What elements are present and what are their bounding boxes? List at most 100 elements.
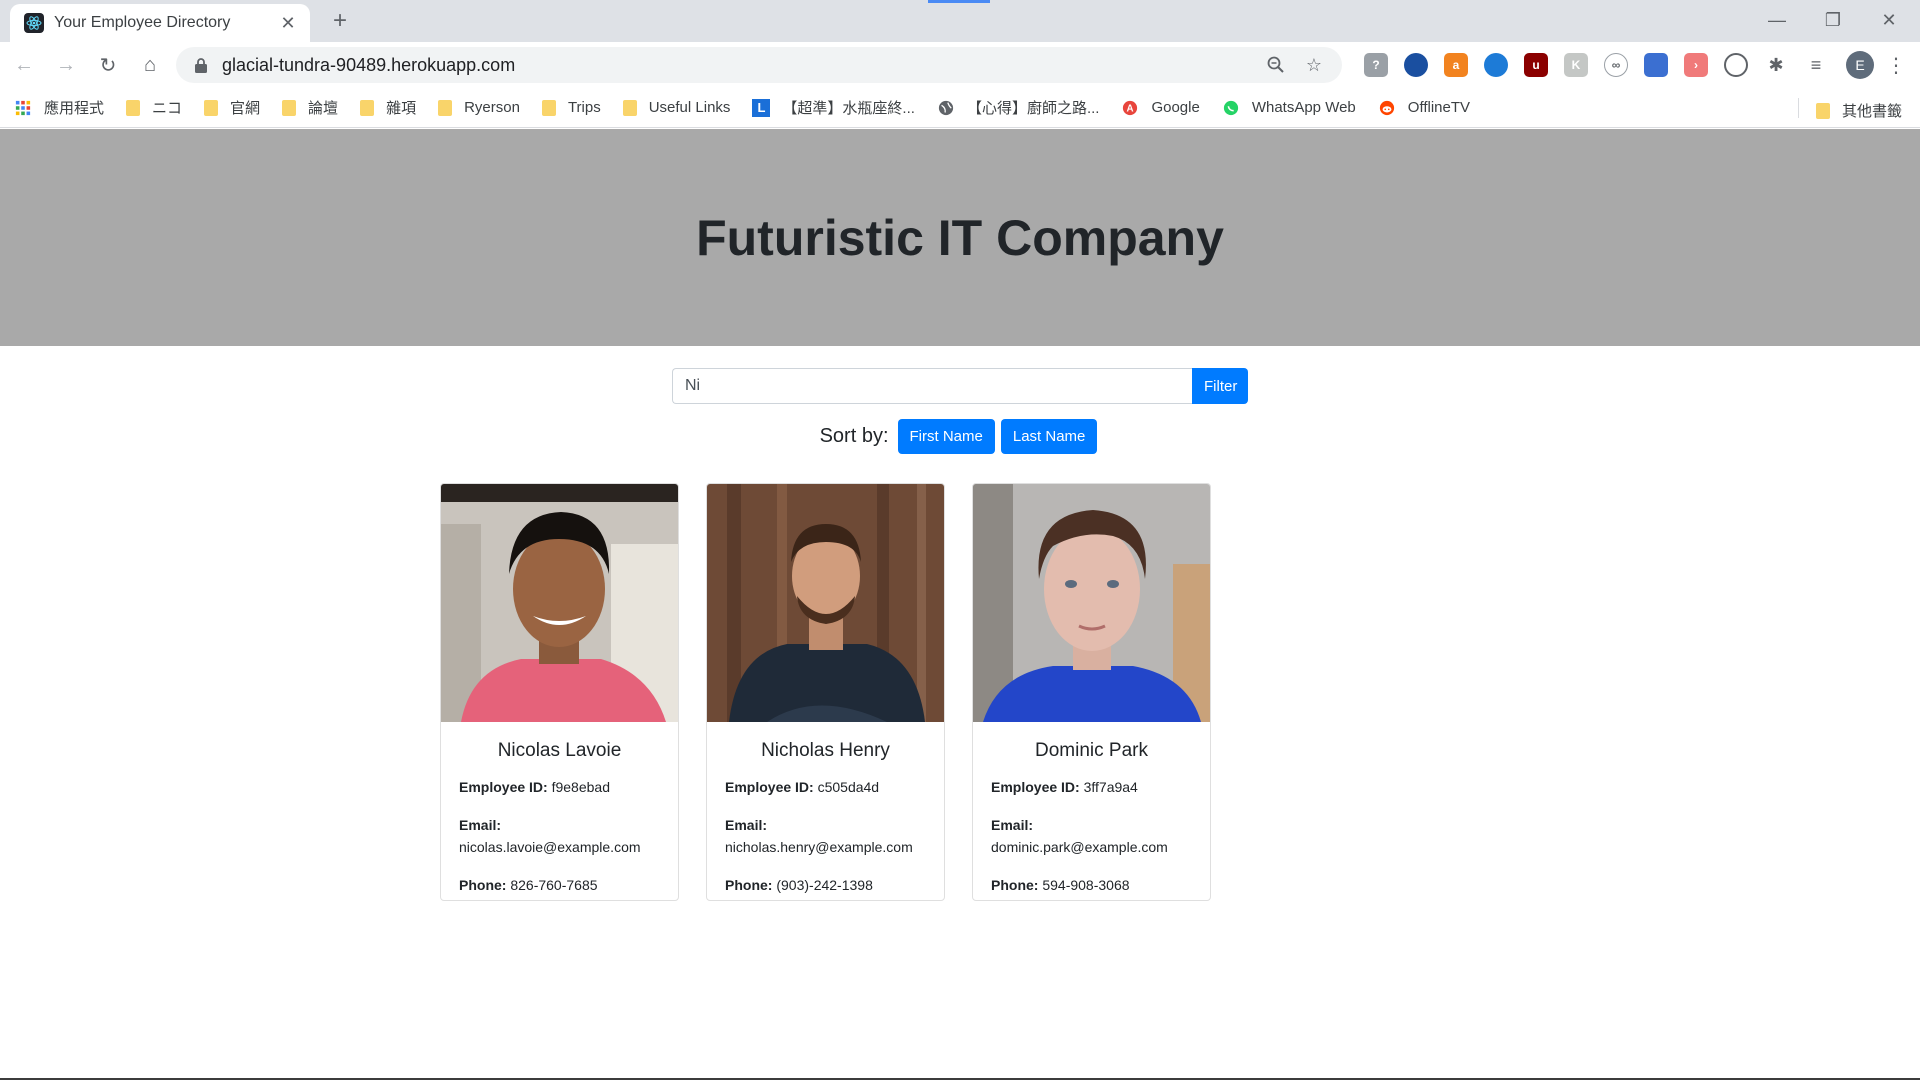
employee-card: Nicolas Lavoie Employee ID: f9e8ebad Ema… [440,483,679,901]
address-bar[interactable]: glacial-tundra-90489.herokuapp.com ☆ [176,47,1342,83]
bookmark-label: Ryerson [464,99,520,116]
employee-id-label: Employee ID: [725,779,814,795]
extension-earth-icon[interactable] [1484,53,1508,77]
employee-email-value: dominic.park@example.com [991,839,1168,855]
zoom-icon[interactable] [1260,49,1292,81]
reload-button[interactable]: ↻ [90,47,126,83]
employee-cards: Nicolas Lavoie Employee ID: f9e8ebad Ema… [440,483,1238,901]
bookmark-item[interactable]: OfflineTV [1378,99,1470,116]
globe-icon [937,100,967,116]
bookmark-item[interactable]: WhatsApp Web [1222,99,1356,116]
menu-dots-icon[interactable]: ⋮ [1884,53,1908,78]
bookmark-label: WhatsApp Web [1251,99,1356,116]
extension-link-icon[interactable]: ∞ [1604,53,1628,77]
reddit-icon [1378,100,1408,116]
bookmark-label: 【心得】廚師之路... [966,100,1100,117]
employee-email-field: Email: nicholas.henry@example.com [725,814,926,858]
bookmark-label: Useful Links [648,99,731,116]
bookmark-label: Trips [567,99,601,116]
bookmark-item[interactable]: 雜項 [360,97,416,118]
url-text: glacial-tundra-90489.herokuapp.com [222,54,516,75]
sort-label: Sort by: [819,425,889,447]
tab-title: Your Employee Directory [54,14,231,31]
close-tab-icon[interactable]: ✕ [278,13,298,34]
employee-card: Nicholas Henry Employee ID: c505da4d Ema… [706,483,945,901]
bookmark-label: 雜項 [386,100,417,117]
bookmark-item[interactable]: A Google [1121,99,1200,116]
restore-button[interactable]: ❐ [1810,6,1856,34]
extension-grey-icon[interactable]: K [1564,53,1588,77]
bookmark-label: Google [1151,99,1200,116]
search-input[interactable] [672,368,1192,404]
employee-id-value: f9e8ebad [551,779,610,795]
bookmark-item[interactable]: Ryerson [438,99,520,116]
email-label: Email: [459,817,502,833]
google-icon: A [1121,100,1151,116]
employee-phone-field: Phone: (903)-242-1398 [725,874,926,896]
whatsapp-icon [1222,100,1252,116]
employee-phone-value: 594-908-3068 [1042,877,1130,893]
react-logo-icon [24,13,44,33]
bookmark-item[interactable]: L 【超準】水瓶座終... [752,97,915,118]
employee-email-value: nicolas.lavoie@example.com [459,839,641,855]
phone-label: Phone: [725,877,773,893]
browser-tab[interactable]: Your Employee Directory ✕ [10,4,310,42]
close-window-button[interactable]: ✕ [1866,6,1912,34]
profile-avatar[interactable]: E [1846,51,1874,79]
employee-email-field: Email: nicolas.lavoie@example.com [459,814,660,858]
employee-email-value: nicholas.henry@example.com [725,839,913,855]
bookmark-star-icon[interactable]: ☆ [1298,49,1330,81]
employee-phone-field: Phone: 594-908-3068 [991,874,1192,896]
home-button[interactable]: ⌂ [132,47,168,83]
employee-name: Nicholas Henry [761,740,890,761]
sort-first-name-button[interactable]: First Name [897,419,995,454]
bookmark-label: 【超準】水瓶座終... [782,100,915,117]
folder-icon [360,99,386,116]
employee-photo [973,484,1210,722]
extension-shield-icon[interactable] [1644,53,1668,77]
employee-email-field: Email: dominic.park@example.com [991,814,1192,858]
other-bookmarks[interactable]: 其他書籤 [1815,100,1902,121]
l-logo-icon: L [752,98,782,117]
employee-phone-value: (903)-242-1398 [776,877,873,893]
bookmark-item[interactable]: 應用程式 [14,97,104,118]
bookmark-item[interactable]: 官網 [204,97,260,118]
employee-id-field: Employee ID: 3ff7a9a4 [991,776,1192,798]
email-label: Email: [991,817,1034,833]
apps-grid-icon [14,100,44,116]
employee-photo [707,484,944,722]
puzzle-extensions-icon[interactable]: ✱ [1764,53,1788,77]
bookmark-item[interactable]: 【心得】廚師之路... [937,97,1100,118]
bookmark-item[interactable]: Trips [541,99,601,116]
folder-icon [541,99,568,116]
extension-badge-icon[interactable]: ? [1364,53,1388,77]
email-label: Email: [725,817,768,833]
sort-last-name-button[interactable]: Last Name [1000,419,1098,454]
employee-photo [441,484,678,722]
bookmark-label: OfflineTV [1407,99,1471,116]
filter-button[interactable]: Filter [1192,368,1248,404]
bookmark-item[interactable]: Useful Links [622,99,731,116]
minimize-button[interactable]: — [1754,6,1800,34]
employee-name: Nicolas Lavoie [497,740,622,761]
reading-list-icon[interactable]: ≡ [1804,53,1828,77]
extension-shopping-icon[interactable]: a [1444,53,1468,77]
employee-card: Dominic Park Employee ID: 3ff7a9a4 Email… [972,483,1211,901]
new-tab-button[interactable]: + [326,8,354,36]
forward-button[interactable]: → [48,47,84,83]
tab-indicator [928,0,990,3]
bookmark-label: ニコ [152,100,183,117]
extension-arrow-icon[interactable]: › [1684,53,1708,77]
phone-label: Phone: [459,877,507,893]
extension-globe-icon[interactable] [1404,53,1428,77]
folder-icon [622,99,649,116]
back-button[interactable]: ← [6,47,42,83]
page-title: Futuristic IT Company [696,209,1224,266]
bookmark-label: 應用程式 [44,100,105,117]
bookmark-item[interactable]: 論壇 [282,97,338,118]
bookmarks-bar: 應用程式 ニコ 官網 論壇 雜項 Ryerson Trips Useful Links L 【超準… [0,88,1920,128]
extension-circle-icon[interactable] [1724,53,1748,77]
bookmark-item[interactable]: ニコ [126,97,182,118]
extensions-area: ? a u K ∞ › ✱ ≡ E ⋮ [1356,49,1908,81]
ublock-icon[interactable]: u [1524,53,1548,77]
